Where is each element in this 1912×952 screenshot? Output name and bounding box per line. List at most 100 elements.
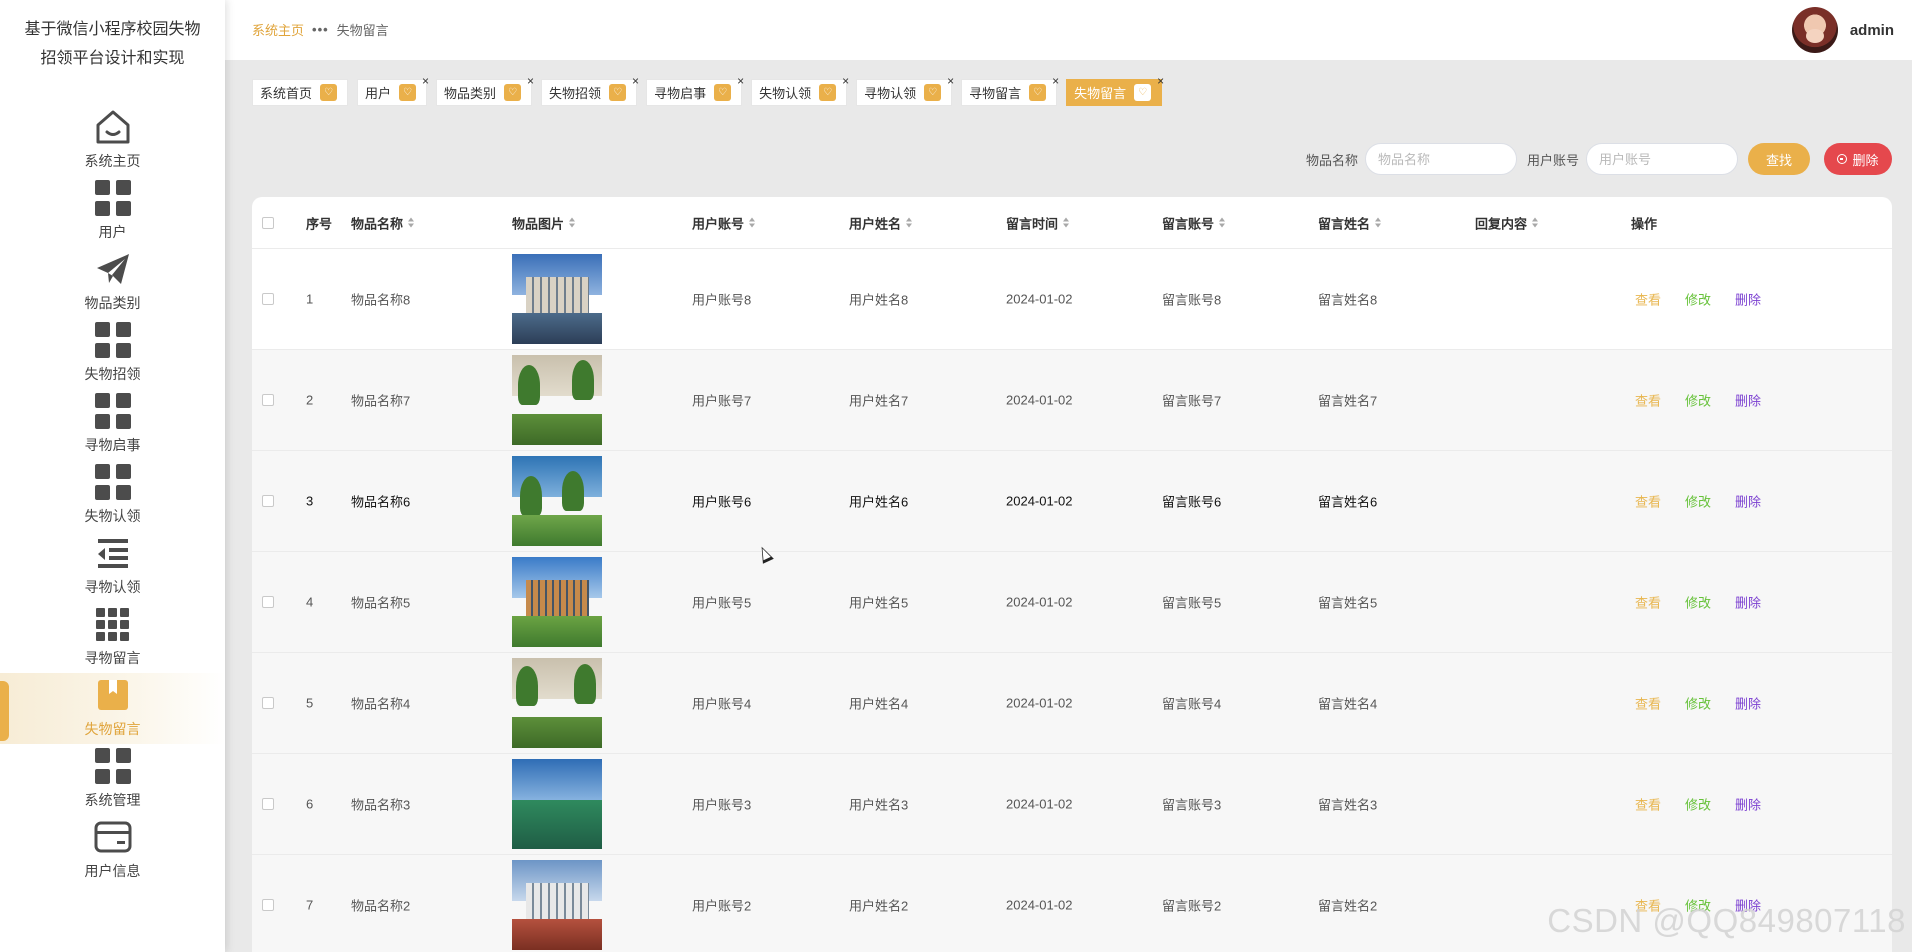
close-icon[interactable]: × — [842, 74, 849, 88]
sidebar-item-search-message[interactable]: 寻物留言 — [0, 602, 225, 673]
tag-lost-message[interactable]: 失物留言 ♡ × — [1066, 74, 1164, 106]
close-icon[interactable]: × — [1157, 74, 1164, 88]
edit-button[interactable]: 修改 — [1685, 795, 1711, 814]
sort-icon[interactable] — [1532, 217, 1539, 228]
search-button[interactable]: 查找 — [1748, 143, 1810, 175]
view-button[interactable]: 查看 — [1635, 290, 1661, 309]
close-icon[interactable]: × — [632, 74, 639, 88]
item-image[interactable] — [512, 759, 602, 849]
row-checkbox[interactable] — [262, 899, 274, 911]
sidebar-item-users[interactable]: 用户 — [0, 176, 225, 247]
row-checkbox[interactable] — [262, 596, 274, 608]
close-icon[interactable]: × — [737, 74, 744, 88]
edit-button[interactable]: 修改 — [1685, 391, 1711, 410]
view-button[interactable]: 查看 — [1635, 694, 1661, 713]
item-image[interactable] — [512, 860, 602, 950]
tag-lost-notice[interactable]: 寻物启事 ♡ × — [646, 74, 744, 106]
sidebar-item-user-info[interactable]: 用户信息 — [0, 815, 225, 886]
col-message-time[interactable]: 留言时间 — [1006, 213, 1070, 232]
username[interactable]: admin — [1850, 22, 1894, 39]
avatar[interactable] — [1791, 7, 1838, 53]
cell-item-name: 物品名称7 — [351, 393, 411, 409]
breadcrumb-home[interactable]: 系统主页 — [252, 20, 304, 39]
tag-search-message[interactable]: 寻物留言 ♡ × — [961, 74, 1059, 106]
select-all-checkbox[interactable] — [262, 216, 274, 229]
sidebar-item-lost-found[interactable]: 失物招领 — [0, 318, 225, 389]
delete-button[interactable]: 删除 — [1735, 391, 1761, 410]
edit-button[interactable]: 修改 — [1685, 694, 1711, 713]
user-account-input[interactable] — [1586, 143, 1738, 175]
col-item-name[interactable]: 物品名称 — [351, 213, 415, 232]
col-message-name[interactable]: 留言姓名 — [1318, 213, 1382, 232]
sidebar-item-lost-notice[interactable]: 寻物启事 — [0, 389, 225, 460]
delete-button[interactable]: 删除 — [1735, 694, 1761, 713]
view-button[interactable]: 查看 — [1635, 391, 1661, 410]
col-label: 回复内容 — [1475, 216, 1528, 231]
col-user-name[interactable]: 用户姓名 — [849, 213, 913, 232]
sidebar-item-system[interactable]: 系统管理 — [0, 744, 225, 815]
item-image[interactable] — [512, 456, 602, 546]
edit-button[interactable]: 修改 — [1685, 593, 1711, 612]
sidebar-item-home[interactable]: 系统主页 — [0, 105, 225, 176]
sidebar-item-lost-message[interactable]: 失物留言 — [0, 673, 225, 744]
sidebar-item-label: 失物招领 — [84, 366, 141, 382]
item-image[interactable] — [512, 355, 602, 445]
edit-button[interactable]: 修改 — [1685, 290, 1711, 309]
tag-users[interactable]: 用户 ♡ × — [357, 74, 429, 106]
sort-icon[interactable] — [1063, 217, 1070, 228]
sidebar-item-search-claim[interactable]: 寻物认领 — [0, 531, 225, 602]
tag-home[interactable]: 系统首页 ♡ — [252, 79, 349, 106]
sort-icon[interactable] — [408, 217, 415, 228]
delete-button[interactable]: 删除 — [1735, 290, 1761, 309]
sort-icon[interactable] — [906, 217, 913, 228]
row-checkbox[interactable] — [262, 394, 274, 406]
user-menu[interactable]: admin — [1791, 7, 1894, 53]
item-image[interactable] — [512, 254, 602, 344]
table-row: 5 物品名称4 用户账号4 用户姓名4 2024-01-02 留言账号4 留言姓… — [252, 653, 1892, 754]
tag-lost-found[interactable]: 失物招领 ♡ × — [541, 74, 639, 106]
view-button[interactable]: 查看 — [1635, 492, 1661, 511]
top-header: 系统主页 ••• 失物留言 admin — [225, 0, 1912, 60]
col-item-image[interactable]: 物品图片 — [512, 213, 576, 232]
view-button[interactable]: 查看 — [1635, 593, 1661, 612]
paper-plane-icon — [91, 247, 135, 291]
row-checkbox[interactable] — [262, 495, 274, 507]
delete-button[interactable]: 删除 — [1735, 795, 1761, 814]
sort-icon[interactable] — [569, 217, 576, 228]
cell-user-name: 用户姓名4 — [849, 696, 909, 712]
delete-button[interactable]: 删除 — [1735, 492, 1761, 511]
cell-item-name: 物品名称6 — [351, 494, 411, 510]
app-title: 基于微信小程序校园失物 招领平台设计和实现 — [0, 0, 225, 73]
view-button[interactable]: 查看 — [1635, 795, 1661, 814]
tag-lost-claim[interactable]: 失物认领 ♡ × — [751, 74, 849, 106]
close-icon[interactable]: × — [527, 74, 534, 88]
item-image[interactable] — [512, 658, 602, 748]
row-checkbox[interactable] — [262, 697, 274, 709]
sidebar-item-item-category[interactable]: 物品类别 — [0, 247, 225, 318]
batch-delete-button[interactable]: 删除 — [1824, 143, 1892, 175]
table-row: 1 物品名称8 用户账号8 用户姓名8 2024-01-02 留言账号8 留言姓… — [252, 249, 1892, 350]
tag-item-category[interactable]: 物品类别 ♡ × — [436, 74, 534, 106]
edit-button[interactable]: 修改 — [1685, 492, 1711, 511]
item-image[interactable] — [512, 557, 602, 647]
item-name-input[interactable] — [1364, 143, 1517, 175]
tags-view: 系统首页 ♡ 用户 ♡ × 物品类别 ♡ × 失物招领 ♡ × 寻物启事 ♡ × 失物认领 ♡ × 寻… — [252, 74, 1171, 106]
close-icon[interactable]: × — [422, 74, 429, 88]
sort-icon[interactable] — [1375, 217, 1382, 228]
sort-icon[interactable] — [749, 217, 756, 228]
col-reply[interactable]: 回复内容 — [1475, 213, 1539, 232]
cell-index: 5 — [306, 695, 314, 711]
row-checkbox[interactable] — [262, 798, 274, 810]
row-checkbox[interactable] — [262, 293, 274, 305]
close-icon[interactable]: × — [1052, 74, 1059, 88]
col-message-account[interactable]: 留言账号 — [1162, 213, 1226, 232]
col-user-account[interactable]: 用户账号 — [692, 213, 756, 232]
grid-icon — [91, 318, 135, 362]
search-bar: 物品名称 用户账号 查找 删除 — [1306, 143, 1892, 175]
sort-icon[interactable] — [1219, 217, 1226, 228]
tag-label: 寻物留言 — [969, 86, 1022, 101]
close-icon[interactable]: × — [947, 74, 954, 88]
tag-search-claim[interactable]: 寻物认领 ♡ × — [856, 74, 954, 106]
delete-button[interactable]: 删除 — [1735, 593, 1761, 612]
sidebar-item-lost-claim[interactable]: 失物认领 — [0, 460, 225, 531]
